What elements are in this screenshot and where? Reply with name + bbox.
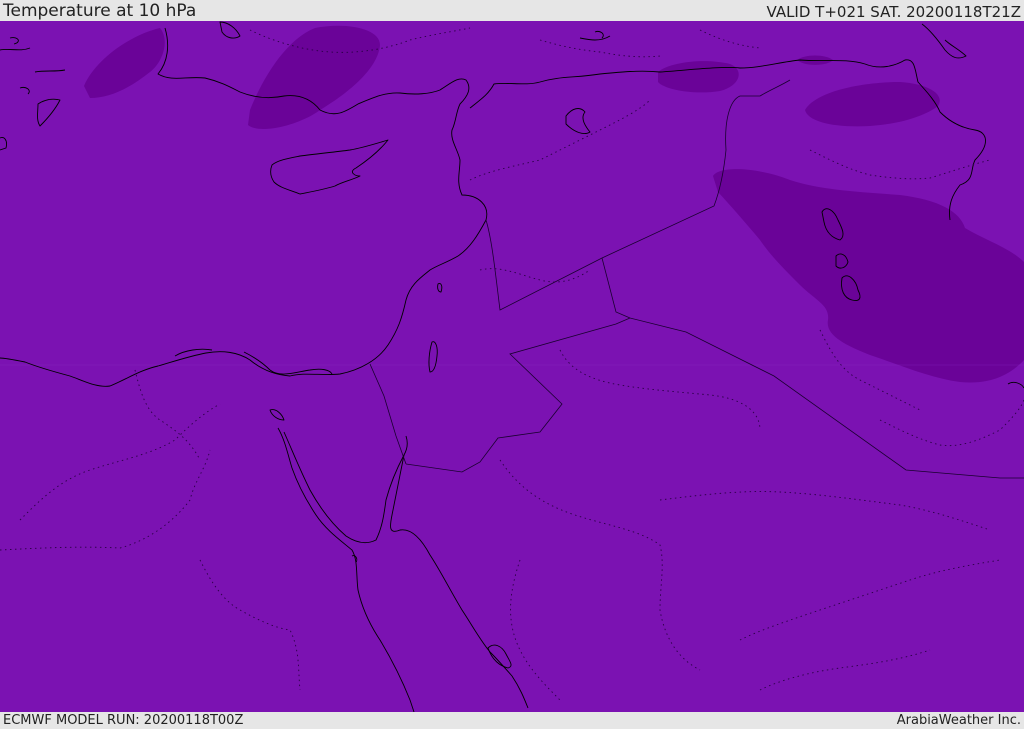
- cold-patch-north-iraq: [658, 61, 739, 93]
- admin-turkey-3: [699, 29, 761, 49]
- admin-egypt-3: [134, 369, 201, 461]
- header-bar: Temperature at 10 hPa VALID T+021 SAT. 2…: [0, 0, 1024, 21]
- admin-saudi-2: [499, 459, 701, 671]
- cyprus-island: [270, 139, 389, 195]
- map-canvas[interactable]: [0, 21, 1024, 712]
- red-sea-islands: [269, 409, 512, 669]
- admin-saudi-1: [559, 349, 761, 431]
- cold-patch-turkey: [248, 25, 380, 130]
- mediterranean-east-coast: [0, 27, 488, 387]
- gulf-of-suez-east: [283, 431, 408, 544]
- admin-saudi-4: [510, 559, 561, 701]
- lake-van: [565, 108, 591, 135]
- admin-saudi-3: [659, 491, 991, 531]
- admin-egypt-2: [19, 403, 221, 521]
- admin-iran-2: [879, 399, 1024, 447]
- credit-label: ArabiaWeather Inc.: [896, 713, 1021, 728]
- admin-turkey-2: [539, 39, 661, 58]
- dead-sea: [428, 341, 438, 373]
- sea-of-galilee: [437, 283, 443, 293]
- admin-iraq-1: [469, 99, 651, 181]
- admin-saudi-6: [759, 649, 931, 691]
- map-title: Temperature at 10 hPa: [3, 1, 197, 21]
- cold-patch-aegean: [84, 28, 165, 98]
- admin-saudi-5: [739, 559, 1001, 641]
- gulf-of-suez-west: [277, 427, 415, 712]
- model-run-label: ECMWF MODEL RUN: 20200118T00Z: [3, 713, 244, 728]
- cold-patch-iran: [713, 169, 1024, 383]
- arabian-red-sea-coast: [390, 454, 529, 709]
- cold-patch-caspian-west: [805, 82, 940, 127]
- footer-bar: ECMWF MODEL RUN: 20200118T00Z ArabiaWeat…: [0, 712, 1024, 729]
- nile-delta-coast: [174, 348, 333, 375]
- admin-iran-1: [809, 149, 991, 180]
- saudi-jordan-west-border: [405, 317, 631, 473]
- admin-boundaries: [0, 27, 1024, 701]
- admin-egypt-1: [0, 449, 211, 551]
- egypt-israel-border: [369, 363, 407, 465]
- admin-egypt-4: [199, 559, 301, 691]
- map-svg: [0, 21, 1024, 712]
- valid-time-label: VALID T+021 SAT. 20200118T21Z: [766, 3, 1021, 21]
